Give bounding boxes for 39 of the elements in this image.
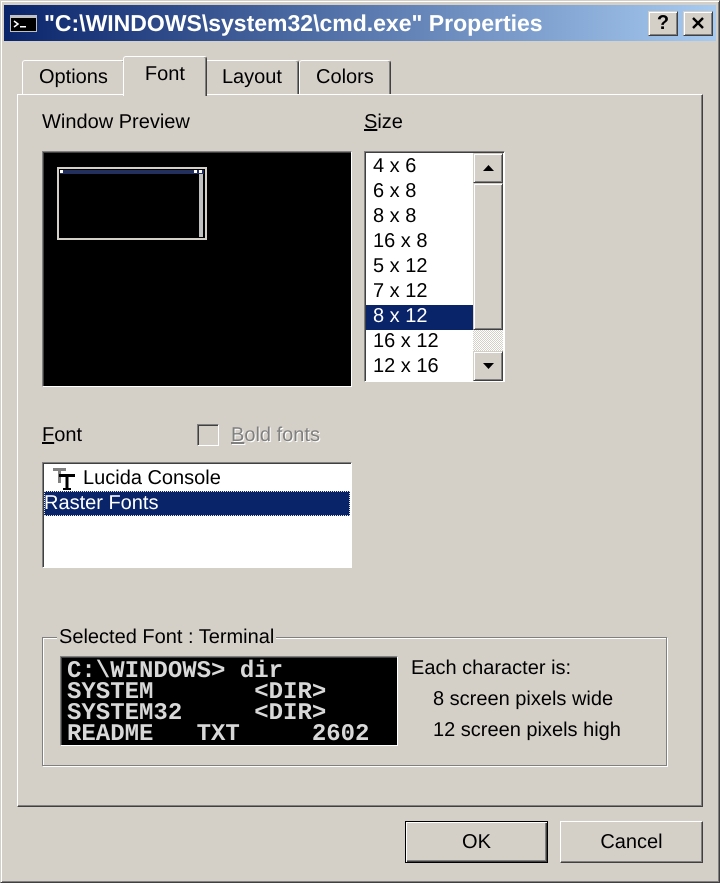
bold-fonts-label: Bold fonts	[231, 423, 320, 447]
dialog-button[interactable]: Cancel	[560, 821, 703, 863]
size-listbox[interactable]: 4 x 6 6 x 8 8 x 8 16 x 8 5 x 12 7 x 12 8 x 12 16 x 12 12 x 16	[364, 151, 505, 382]
tab[interactable]: Font	[122, 56, 207, 96]
font-icon	[53, 468, 75, 490]
size-option[interactable]: 16 x 12	[366, 330, 473, 355]
window-preview-label: Window Preview	[42, 110, 190, 134]
help-button[interactable]: ?	[648, 10, 678, 36]
scrollbar[interactable]	[473, 153, 503, 381]
size-option[interactable]: 4 x 6	[366, 155, 473, 180]
window-title: "C:\WINDOWS\system32\cmd.exe" Properties	[44, 10, 543, 36]
font-sample-preview: C:\WINDOWS> dir SYSTEM <DIR> SYSTEM32 <DIR> README TXT 2602	[60, 656, 398, 746]
size-option[interactable]: 8 x 12	[366, 305, 473, 330]
size-label: Size	[364, 110, 403, 134]
size-option[interactable]: 16 x 8	[366, 230, 473, 255]
console-icon	[10, 14, 37, 32]
character-size-text: Each character is:	[411, 656, 572, 681]
close-icon	[691, 17, 705, 29]
size-option[interactable]: 12 x 16	[366, 355, 473, 380]
size-option[interactable]: 5 x 12	[366, 255, 473, 280]
size-option[interactable]: 6 x 8	[366, 180, 473, 205]
dialog-button[interactable]: OK	[405, 821, 548, 863]
scroll-up-button[interactable]	[473, 153, 503, 183]
character-size-text: 8 screen pixels wide	[432, 687, 614, 712]
scroll-thumb[interactable]	[473, 183, 503, 330]
character-size-text: 12 screen pixels high	[432, 718, 621, 743]
size-option[interactable]: 8 x 8	[366, 205, 473, 230]
close-button[interactable]	[683, 10, 713, 36]
size-option[interactable]: 7 x 12	[366, 280, 473, 305]
font-option[interactable]: Lucida Console	[44, 466, 350, 491]
down-arrow-icon	[482, 363, 494, 369]
tab[interactable]: Options	[22, 60, 125, 94]
up-arrow-icon	[482, 165, 494, 171]
tab[interactable]: Layout	[204, 60, 299, 94]
font-listbox[interactable]: Lucida Console Raster Fonts	[42, 462, 352, 568]
font-label: Font	[42, 424, 82, 446]
tab[interactable]: Colors	[299, 60, 391, 94]
font-option[interactable]: Raster Fonts	[44, 491, 350, 516]
scroll-down-button[interactable]	[473, 351, 503, 381]
